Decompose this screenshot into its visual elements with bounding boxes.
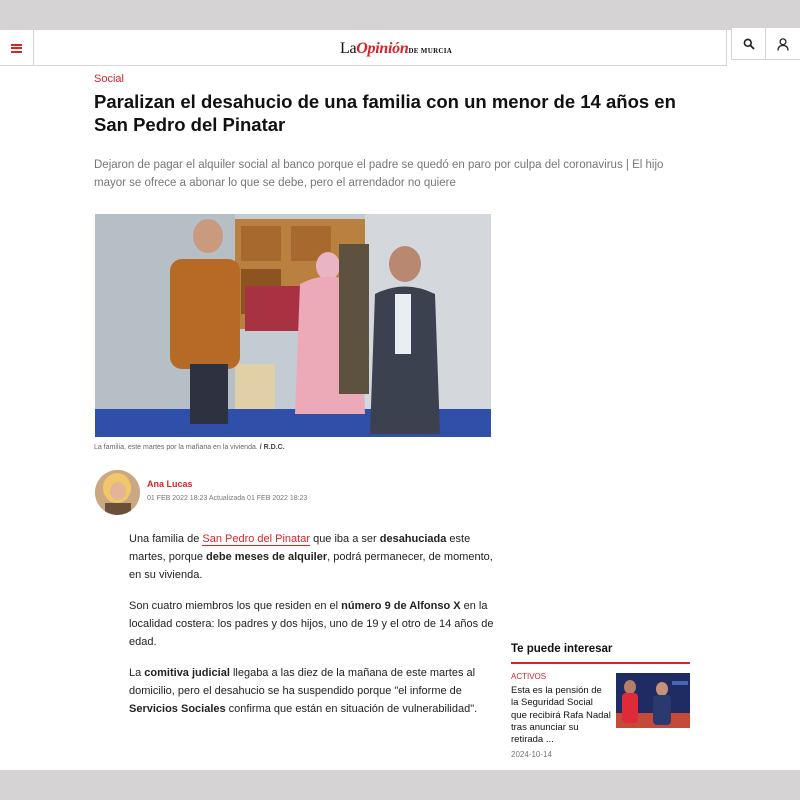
logo-suffix: DE MURCIA: [408, 47, 453, 55]
search-icon: [743, 38, 755, 50]
menu-button[interactable]: [0, 30, 34, 66]
bold-run: número 9 de Alfonso X: [341, 600, 461, 612]
browser-page: LaOpiniónDE MURCIA Social Paralizan el d…: [0, 30, 800, 770]
hamburger-icon: [11, 43, 22, 53]
text-run: confirma que están en situación de vulne…: [225, 703, 478, 715]
aside-title: Te puede interesar: [511, 643, 613, 655]
site-logo[interactable]: LaOpiniónDE MURCIA: [340, 40, 452, 58]
header-tools: [731, 27, 800, 60]
published-date: 01 FEB 2022 18:23: [147, 495, 208, 502]
article-photo[interactable]: [95, 214, 491, 437]
paragraph-1: Una familia de San Pedro del Pinatar que…: [129, 530, 497, 584]
aside-divider: [511, 662, 690, 664]
updated-label: Actualizada: [208, 495, 246, 502]
bold-run: debe meses de alquiler: [206, 551, 328, 563]
photo-caption: La familia, este martes por la mañana en…: [94, 444, 285, 451]
caption-text: La familia, este martes por la mañana en…: [94, 444, 260, 451]
aside-tag[interactable]: ACTIVOS: [511, 672, 546, 681]
bold-run: desahuciada: [379, 533, 447, 545]
aside-date: 2024-10-14: [511, 750, 552, 759]
aside-headline[interactable]: Esta es la pensión de la Seguridad Socia…: [511, 685, 611, 746]
updated-date: 01 FEB 2022 18:23: [247, 495, 308, 502]
author-name[interactable]: Ana Lucas: [147, 479, 193, 489]
user-icon: [777, 37, 789, 51]
logo-prefix: La: [340, 40, 357, 57]
article-title: Paralizan el desahucio de una familia co…: [94, 91, 676, 135]
paragraph-2: Son cuatro miembros los que residen en e…: [129, 597, 497, 651]
author-avatar[interactable]: [95, 470, 140, 515]
text-run: La: [129, 667, 145, 679]
text-run: que iba a ser: [310, 533, 380, 545]
link-san-pedro[interactable]: San Pedro del Pinatar: [202, 533, 311, 546]
article-subtitle: Dejaron de pagar el alquiler social al b…: [94, 159, 664, 189]
search-button[interactable]: [732, 28, 766, 60]
text-run: Son cuatro miembros los que residen en e…: [129, 600, 342, 612]
paragraph-3: La comitiva judicial llegaba a las diez …: [129, 664, 497, 718]
caption-credit: / R.D.C.: [259, 444, 285, 451]
bold-run: Servicios Sociales: [129, 703, 226, 715]
logo-brand: Opinión: [356, 40, 409, 57]
article-dates: 01 FEB 2022 18:23 Actualizada 01 FEB 202…: [147, 495, 307, 502]
section-label[interactable]: Social: [94, 73, 124, 85]
text-run: Una familia de: [129, 533, 203, 545]
user-button[interactable]: [766, 28, 800, 60]
aside-thumbnail[interactable]: [616, 673, 690, 728]
bold-run: comitiva judicial: [144, 667, 230, 679]
site-header: LaOpiniónDE MURCIA: [0, 30, 727, 66]
